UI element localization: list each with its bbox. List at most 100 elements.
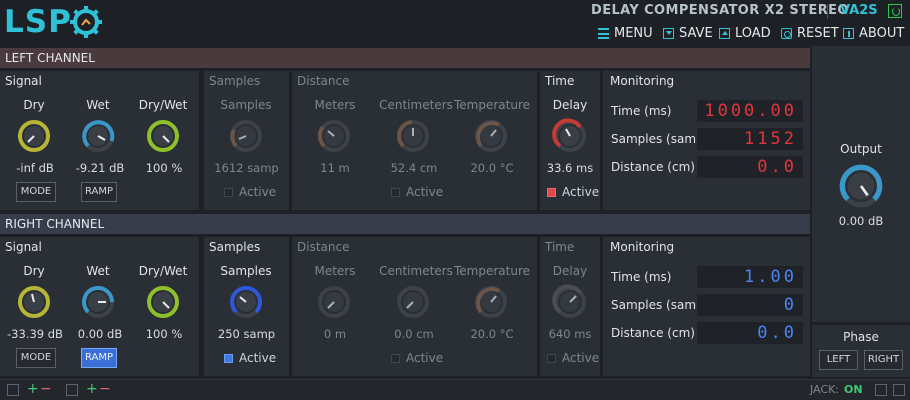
left-ramp-button[interactable]: RAMP <box>81 182 117 202</box>
output-value: 0.00 dB <box>838 214 884 228</box>
save-icon <box>663 27 674 39</box>
menu-button[interactable]: MENU <box>598 25 653 41</box>
left-monitor-samples: Samples (samp) 1152 <box>605 126 805 152</box>
lsp-logo: LSP <box>4 4 103 40</box>
phase-label: Phase <box>843 330 879 344</box>
font-size-icon[interactable] <box>66 384 78 396</box>
window-size-icon[interactable] <box>7 384 19 396</box>
plugin-variant: VA2S <box>840 3 878 18</box>
title-divider <box>827 4 828 19</box>
left-delay-knob[interactable] <box>552 118 588 154</box>
left-distance-active-checkbox[interactable]: Active <box>391 185 443 199</box>
right-dry-knob[interactable] <box>16 284 52 320</box>
dry-value: -33.39 dB <box>7 327 63 341</box>
left-drywet-knob[interactable] <box>145 118 181 154</box>
panel-header: Samples <box>209 74 261 88</box>
centimeters-value: 0.0 cm <box>394 327 434 341</box>
time-readout: 1.00 <box>697 266 803 288</box>
font-increase-icon[interactable]: + <box>86 381 98 397</box>
load-icon <box>719 27 730 39</box>
phase-right-button[interactable]: RIGHT <box>864 350 903 370</box>
panel-header: Signal <box>5 240 42 254</box>
right-samples-knob[interactable] <box>228 284 264 320</box>
left-samples-panel: Samples Samples 1612 samp Active <box>204 71 289 210</box>
left-meters-knob[interactable] <box>316 118 352 154</box>
temperature-value: 20.0 °C <box>470 327 514 341</box>
left-monitor-distance: Distance (cm) 0.0 <box>605 154 805 180</box>
left-mode-button[interactable]: MODE <box>16 182 56 202</box>
left-samples-active-checkbox[interactable]: Active <box>224 185 276 199</box>
zoom-in-icon[interactable]: + <box>27 381 39 397</box>
wet-label: Wet <box>86 264 110 278</box>
right-temperature-knob[interactable] <box>473 284 509 320</box>
left-temperature-knob[interactable] <box>473 118 509 154</box>
jack-status: ON <box>844 383 863 396</box>
centimeters-value: 52.4 cm <box>390 161 438 175</box>
save-button[interactable]: SAVE <box>663 25 713 41</box>
gear-logo-icon <box>69 6 102 38</box>
panel-header: Monitoring <box>610 74 675 88</box>
output-panel: Output 0.00 dB <box>812 46 910 322</box>
right-distance-panel: Distance Meters Centimeters Temperature … <box>292 237 537 376</box>
about-button[interactable]: ABOUT <box>843 25 904 41</box>
samples-label: Samples <box>220 98 272 112</box>
left-time-panel: Time Delay 33.6 ms Active <box>540 71 600 210</box>
logo-text: LSP <box>4 4 72 40</box>
right-distance-active-checkbox[interactable]: Active <box>391 351 443 365</box>
left-dry-knob[interactable] <box>16 118 52 154</box>
dry-label: Dry <box>23 264 45 278</box>
right-time-active-checkbox[interactable]: Active <box>547 351 599 365</box>
right-time-panel: Time Delay 640 ms Active <box>540 237 600 376</box>
zoom-out-icon[interactable]: − <box>40 381 52 397</box>
right-centimeters-knob[interactable] <box>395 284 431 320</box>
wet-label: Wet <box>86 98 110 112</box>
delay-value: 640 ms <box>548 327 592 341</box>
output-label: Output <box>840 142 882 156</box>
wet-value: -9.21 dB <box>75 161 125 175</box>
temperature-label: Temperature <box>454 98 531 112</box>
left-samples-knob[interactable] <box>228 118 264 154</box>
panel-header: Monitoring <box>610 240 675 254</box>
left-time-active-checkbox[interactable]: Active <box>547 185 599 199</box>
font-decrease-icon[interactable]: − <box>99 381 111 397</box>
meters-label: Meters <box>314 264 356 278</box>
power-button[interactable] <box>888 4 902 18</box>
right-delay-knob[interactable] <box>552 284 588 320</box>
output-knob[interactable] <box>837 162 885 210</box>
samples-readout: 1152 <box>697 128 803 150</box>
resize-grip-icon[interactable] <box>893 384 905 396</box>
right-mode-button[interactable]: MODE <box>16 348 56 368</box>
phase-left-button[interactable]: LEFT <box>819 350 858 370</box>
meters-label: Meters <box>314 98 356 112</box>
right-drywet-knob[interactable] <box>145 284 181 320</box>
drywet-value: 100 % <box>145 327 183 341</box>
right-samples-active-checkbox[interactable]: Active <box>224 351 276 365</box>
centimeters-label: Centimeters <box>379 264 453 278</box>
right-monitor-distance: Distance (cm) 0.0 <box>605 320 805 346</box>
meters-value: 0 m <box>323 327 347 341</box>
reset-button[interactable]: RESET <box>781 25 839 41</box>
time-readout: 1000.00 <box>697 100 803 122</box>
load-button[interactable]: LOAD <box>719 25 771 41</box>
right-ramp-button[interactable]: RAMP <box>81 348 117 368</box>
about-icon <box>843 27 854 39</box>
right-meters-knob[interactable] <box>316 284 352 320</box>
wet-value: 0.00 dB <box>77 327 123 341</box>
right-signal-panel: Signal Dry Wet Dry/Wet -33.39 dB 0.00 dB… <box>0 237 199 376</box>
right-wet-knob[interactable] <box>80 284 116 320</box>
delay-label: Delay <box>552 264 588 278</box>
left-centimeters-knob[interactable] <box>395 118 431 154</box>
temperature-value: 20.0 °C <box>470 161 514 175</box>
left-wet-knob[interactable] <box>80 118 116 154</box>
dry-value: -inf dB <box>16 161 54 175</box>
distance-readout: 0.0 <box>697 156 803 178</box>
menu-icon <box>598 27 609 39</box>
dry-label: Dry <box>23 98 45 112</box>
panel-header: Distance <box>297 240 350 254</box>
samples-value: 250 samp <box>217 327 276 341</box>
left-signal-panel: Signal Dry Wet Dry/Wet -inf dB -9.21 dB … <box>0 71 199 210</box>
left-channel-bar: LEFT CHANNEL <box>0 48 810 68</box>
delay-value: 33.6 ms <box>546 161 594 175</box>
plugin-title: DELAY COMPENSATOR X2 STEREO <box>591 3 849 18</box>
help-icon[interactable] <box>875 384 887 396</box>
